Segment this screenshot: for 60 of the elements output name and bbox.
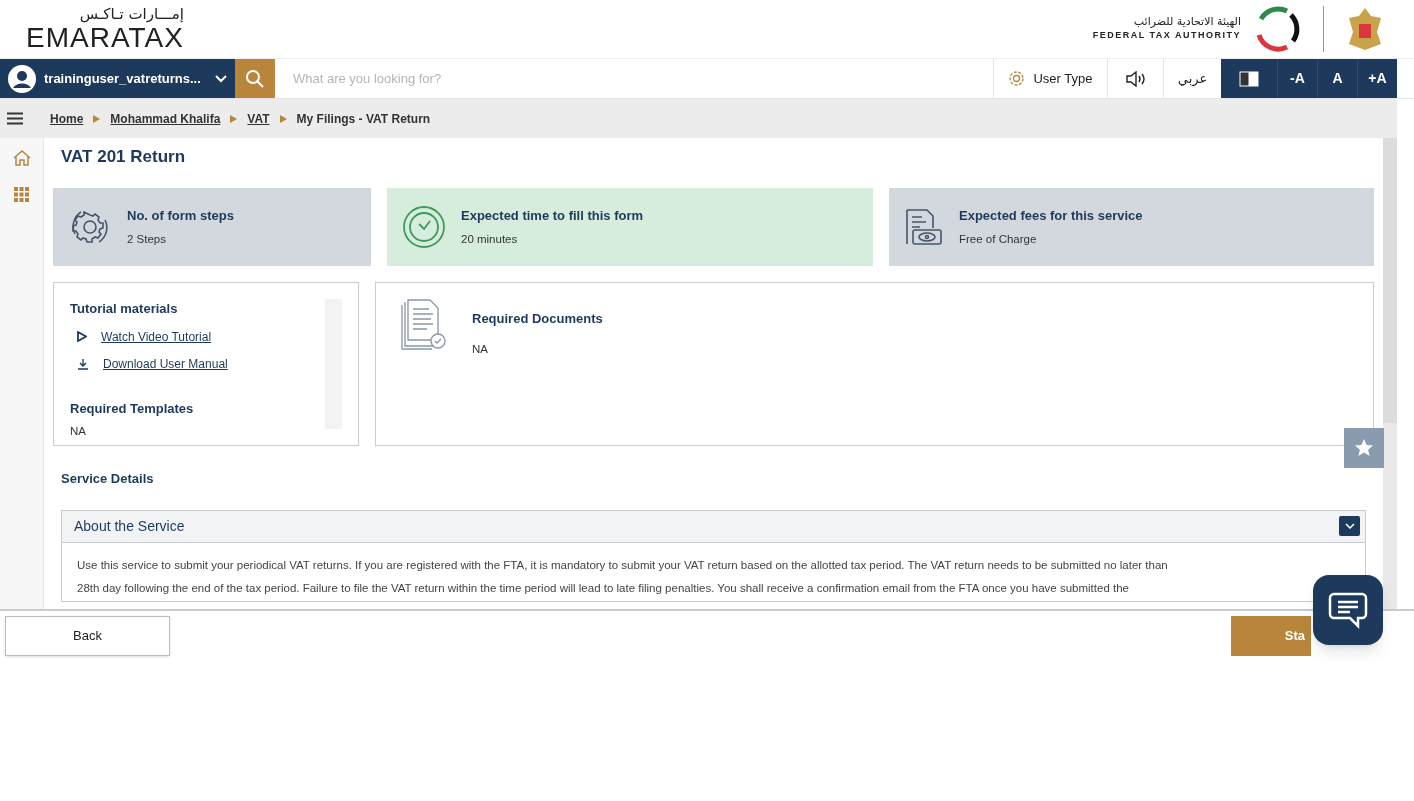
grid-icon[interactable] (14, 187, 29, 202)
logo-text: EMARATAX (26, 23, 184, 53)
back-button[interactable]: Back (5, 616, 170, 656)
contrast-icon (1239, 70, 1259, 87)
breadcrumb-current: My Filings - VAT Return (296, 110, 431, 128)
search-icon (245, 68, 265, 89)
tutorial-link[interactable]: Watch Video Tutorial (101, 327, 212, 346)
breadcrumb-link[interactable]: Home (50, 109, 84, 128)
card-value: 20 minutes (461, 231, 519, 247)
service-description-line: 28th day following the end of the tax period. Failure to file the VAT return within the time period will lead to late filing penalties. You shall receive a confirmation email from the FTA once you have submitted the (77, 580, 1130, 596)
authority-name: FEDERAL TAX AUTHORITY (1092, 29, 1241, 43)
breadcrumb-arrow-icon (230, 114, 238, 123)
invoice-icon (903, 206, 945, 248)
user-avatar-icon (8, 64, 36, 93)
accordion-header[interactable]: About the Service (62, 510, 1365, 543)
service-description-line: Use this service to submit your periodical VAT returns. If you are registered with the FTA, it is mandatory to submit your VAT return based on the allotted tax period. The VAT return needs to be submitted no later than (77, 557, 1169, 573)
menu-icon (7, 112, 23, 125)
play-icon (77, 331, 87, 342)
user-type-button[interactable]: User Type (993, 59, 1107, 98)
clock-icon (401, 204, 447, 250)
tutorial-title: Tutorial materials (70, 300, 179, 318)
card-title: No. of form steps (127, 207, 234, 226)
chevron-down-icon (215, 74, 227, 83)
contrast-button[interactable] (1221, 59, 1277, 98)
breadcrumb-arrow-icon (279, 114, 287, 123)
breadcrumb-link[interactable]: VAT (247, 109, 270, 128)
scrollbar-thumb[interactable] (1383, 138, 1397, 423)
chat-icon (1328, 590, 1368, 630)
documents-title: Required Documents (472, 310, 603, 328)
download-icon (77, 357, 89, 370)
breadcrumb-arrow-icon (93, 114, 101, 123)
speaker-icon (1124, 70, 1147, 87)
star-icon (1354, 438, 1374, 458)
font-size-button[interactable]: -A (1277, 59, 1317, 98)
chevron-icon (1344, 523, 1355, 529)
tutorial-link[interactable]: Download User Manual (103, 354, 228, 373)
home-icon[interactable] (12, 150, 31, 166)
documents-icon (400, 299, 448, 353)
authority-arabic-text: الهيئة الاتحادية للضرائب (1133, 15, 1241, 30)
font-size-button[interactable]: +A (1357, 59, 1397, 98)
font-size-button[interactable]: A (1317, 59, 1357, 98)
breadcrumb-link[interactable]: Mohammad Khalifa (110, 109, 221, 128)
card-value: 2 Steps (127, 231, 167, 247)
user-menu-button[interactable]: traininguser_vatreturns... (0, 59, 235, 98)
documents-value: NA (472, 341, 489, 357)
logo-arabic-text: إمـــارات تـاكـس (79, 5, 184, 23)
gear-icon (1008, 70, 1026, 87)
page-title: VAT 201 Return (61, 147, 187, 167)
section-title: Service Details (61, 470, 155, 488)
templates-title: Required Templates (70, 399, 195, 418)
templates-value: NA (70, 424, 87, 439)
accordion-toggle[interactable] (1339, 516, 1360, 536)
emblem-icon (1346, 6, 1384, 52)
favorite-button[interactable] (1344, 428, 1384, 468)
search-field[interactable]: What are you looking for? (275, 59, 993, 98)
chat-button[interactable] (1313, 575, 1383, 645)
search-button[interactable] (235, 59, 275, 98)
card-title: Expected fees for this service (959, 207, 1143, 226)
card-title: Expected time to fill this form (461, 207, 644, 226)
card-value: Free of Charge (959, 231, 1038, 247)
